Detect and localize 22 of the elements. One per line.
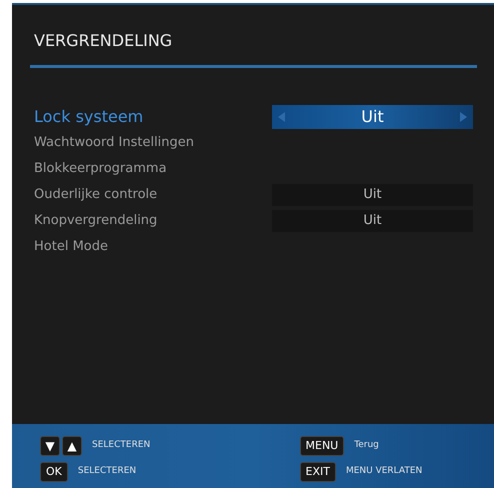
right-arrow-icon[interactable] bbox=[460, 112, 467, 122]
value-field[interactable]: Uit bbox=[272, 210, 473, 232]
remote-key: MENU bbox=[300, 436, 344, 456]
menu-title: VERGRENDELING bbox=[34, 30, 174, 52]
key-hint: SELECTEREN bbox=[92, 439, 150, 452]
remote-key: EXIT bbox=[300, 462, 336, 482]
menu-item[interactable]: Hotel Mode bbox=[34, 237, 272, 257]
left-arrow-icon[interactable] bbox=[278, 112, 285, 122]
remote-key: ▼ bbox=[40, 436, 60, 456]
key-hint: Terug bbox=[354, 439, 379, 452]
menu-item[interactable]: Knopvergrendeling bbox=[34, 211, 272, 231]
remote-key: OK bbox=[40, 462, 68, 482]
key-hint: SELECTEREN bbox=[78, 465, 136, 478]
menu-item[interactable]: Lock systeem bbox=[34, 105, 272, 129]
remote-key: ▲ bbox=[62, 436, 82, 456]
value-selector[interactable]: Uit bbox=[272, 105, 473, 129]
menu-item[interactable]: Blokkeerprogramma bbox=[34, 159, 272, 179]
value-text: Uit bbox=[361, 106, 384, 128]
menu-item[interactable]: Wachtwoord Instellingen bbox=[34, 133, 272, 153]
key-hint: MENU VERLATEN bbox=[346, 465, 422, 478]
value-field[interactable]: Uit bbox=[272, 184, 473, 206]
menu-item[interactable]: Ouderlijke controle bbox=[34, 185, 272, 205]
